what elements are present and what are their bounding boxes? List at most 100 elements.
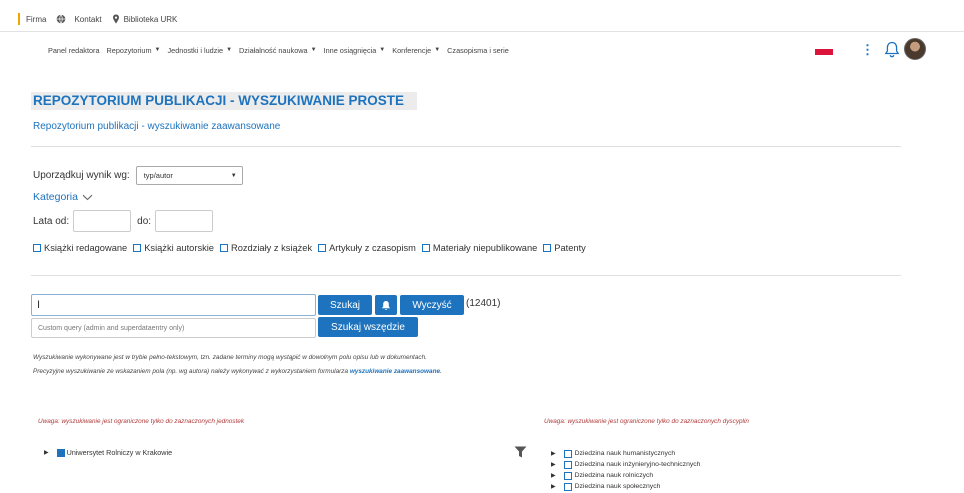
years-to-label: do:: [137, 215, 152, 227]
pin-icon: [112, 14, 119, 24]
info-line-1: Wyszukiwanie wykonywane jest w trybie pe…: [33, 354, 427, 361]
checkbox-rozdzialy[interactable]: Rozdziały z książek: [219, 243, 312, 253]
topbar-link-label: Firma: [26, 14, 47, 24]
topbar-link-label: Kontakt: [74, 14, 102, 24]
info-text: .: [440, 368, 442, 375]
discipline-label: Dziedzina nauk inżynieryjno-technicznych: [574, 461, 701, 468]
chevron-down-icon: [82, 194, 93, 200]
checkbox-checked[interactable]: [56, 448, 65, 457]
divider: [31, 146, 901, 147]
checkbox-box[interactable]: [563, 460, 572, 469]
notify-button[interactable]: [375, 295, 397, 315]
nav-label: Konferencje: [392, 45, 432, 55]
nav-czasopisma-i-serie[interactable]: Czasopisma i serie: [447, 46, 509, 55]
disciplines-tree: ▶ Dziedzina nauk humanistycznych ▶ Dziedzi…: [551, 448, 700, 492]
page-title: REPOZYTORIUM PUBLIKACJI - WYSZUKIWANIE P…: [31, 92, 417, 110]
years-from-label: Lata od:: [33, 215, 70, 227]
caret-down-icon: ▼: [310, 47, 317, 53]
search-input-value: I: [37, 299, 41, 311]
kebab-menu-icon[interactable]: ⋮: [861, 43, 874, 56]
checkbox-box[interactable]: [563, 471, 572, 480]
expand-arrow-icon[interactable]: ▶: [551, 450, 556, 457]
checkbox-ksiazki-autorskie[interactable]: Książki autorskie: [133, 243, 214, 253]
category-label: Kategoria: [33, 191, 78, 203]
checkbox-label: Artykuły z czasopism: [329, 243, 416, 253]
expand-arrow-icon[interactable]: ▶: [551, 483, 556, 490]
nav-label: Czasopisma i serie: [447, 45, 509, 55]
checkbox-box: [421, 244, 430, 252]
checkbox-ksiazki-redagowane[interactable]: Książki redagowane: [33, 243, 127, 253]
info-text: Precyzyjne wyszukiwanie ze wskazaniem po…: [33, 368, 350, 375]
discipline-item[interactable]: ▶ Dziedzina nauk społecznych: [551, 481, 700, 492]
disciplines-warning: Uwaga: wyszukiwanie jest ograniczone tyl…: [544, 418, 749, 425]
nav-inne-osiagniecia[interactable]: Inne osiągnięcia ▼: [324, 46, 386, 55]
unit-label[interactable]: Uniwersytet Rolniczy w Krakowie: [67, 448, 172, 457]
discipline-item[interactable]: ▶ Dziedzina nauk inżynieryjno-technicznyc…: [551, 459, 700, 470]
topbar-link-label: Biblioteka URK: [123, 14, 178, 24]
checkbox-artykuly[interactable]: Artykuły z czasopism: [318, 243, 416, 253]
advanced-search-link[interactable]: Repozytorium publikacji - wyszukiwanie z…: [33, 121, 280, 132]
nav-panel-redaktora[interactable]: Panel redaktora: [48, 46, 100, 55]
category-checkboxes: Książki redagowane Książki autorskie Roz…: [33, 243, 592, 253]
advanced-search-inline-link[interactable]: wyszukiwanie zaawansowane: [350, 368, 440, 375]
topbar-link-kontakt[interactable]: Kontakt: [56, 14, 102, 24]
nav-right-tools: ⋮: [815, 38, 926, 60]
expand-arrow-icon[interactable]: ▶: [44, 449, 49, 456]
nav-label: Działalność naukowa: [239, 45, 308, 55]
nav-repozytorium[interactable]: Repozytorium ▼: [107, 46, 161, 55]
globe-icon: [57, 14, 66, 24]
topbar-link-firma[interactable]: Firma: [26, 15, 46, 24]
caret-down-icon: ▼: [230, 172, 237, 179]
checkbox-box[interactable]: [563, 449, 572, 458]
nav-dzialalnosc-naukowa[interactable]: Działalność naukowa ▼: [239, 46, 317, 55]
search-button[interactable]: Szukaj: [318, 295, 372, 315]
nav-label: Panel redaktora: [48, 45, 100, 55]
checkbox-box: [133, 244, 142, 252]
year-to-input[interactable]: [155, 210, 214, 232]
checkbox-label: Książki autorskie: [144, 243, 214, 253]
expand-arrow-icon[interactable]: ▶: [551, 461, 556, 468]
caret-down-icon: ▼: [434, 47, 441, 53]
discipline-item[interactable]: ▶ Dziedzina nauk rolniczych: [551, 470, 700, 481]
custom-query-input[interactable]: Custom query (admin and superdataentry o…: [31, 318, 316, 338]
accent-bar: [18, 13, 20, 25]
checkbox-label: Patenty: [554, 243, 586, 253]
bell-icon[interactable]: [884, 41, 900, 58]
checkbox-box[interactable]: [563, 482, 572, 491]
years-row: Lata od: do:: [33, 210, 219, 232]
clear-button[interactable]: Wyczyść: [400, 295, 464, 315]
checkbox-box: [219, 244, 228, 252]
polish-flag-icon[interactable]: [815, 43, 833, 55]
expand-arrow-icon[interactable]: ▶: [551, 472, 556, 479]
discipline-label: Dziedzina nauk rolniczych: [574, 472, 654, 479]
nav-konferencje[interactable]: Konferencje ▼: [392, 46, 440, 55]
nav-jednostki-i-ludzie[interactable]: Jednostki i ludzie ▼: [168, 46, 233, 55]
top-utility-bar: Firma Kontakt Biblioteka URK: [18, 12, 187, 26]
checkbox-materialy[interactable]: Materiały niepublikowane: [421, 243, 538, 253]
sort-label: Uporządkuj wynik wg:: [33, 170, 130, 181]
divider: [31, 275, 901, 276]
year-from-input[interactable]: [73, 210, 132, 232]
checkbox-box: [543, 244, 552, 252]
discipline-item[interactable]: ▶ Dziedzina nauk humanistycznych: [551, 448, 700, 459]
checkbox-label: Książki redagowane: [44, 243, 128, 253]
caret-down-icon: ▼: [379, 47, 386, 53]
search-everywhere-button[interactable]: Szukaj wszędzie: [318, 317, 418, 337]
user-avatar[interactable]: [904, 38, 926, 60]
nav-label: Repozytorium: [106, 45, 152, 55]
search-input[interactable]: I: [31, 294, 316, 316]
info-line-2: Precyzyjne wyszukiwanie ze wskazaniem po…: [33, 368, 442, 375]
units-tree: ▶ Uniwersytet Rolniczy w Krakowie: [44, 448, 172, 457]
sort-select[interactable]: typ/autor ▼: [135, 166, 243, 185]
checkbox-patenty[interactable]: Patenty: [543, 243, 586, 253]
caret-down-icon: ▼: [226, 47, 233, 53]
filter-icon[interactable]: [514, 446, 527, 458]
category-toggle[interactable]: Kategoria: [33, 191, 93, 203]
discipline-label: Dziedzina nauk społecznych: [574, 483, 661, 490]
bell-icon: [382, 300, 390, 310]
caret-down-icon: ▼: [154, 47, 161, 53]
result-count: (12401): [466, 298, 501, 309]
nav-label: Jednostki i ludzie: [167, 45, 224, 55]
checkbox-label: Materiały niepublikowane: [432, 243, 538, 253]
topbar-link-biblioteka[interactable]: Biblioteka URK: [112, 14, 178, 24]
